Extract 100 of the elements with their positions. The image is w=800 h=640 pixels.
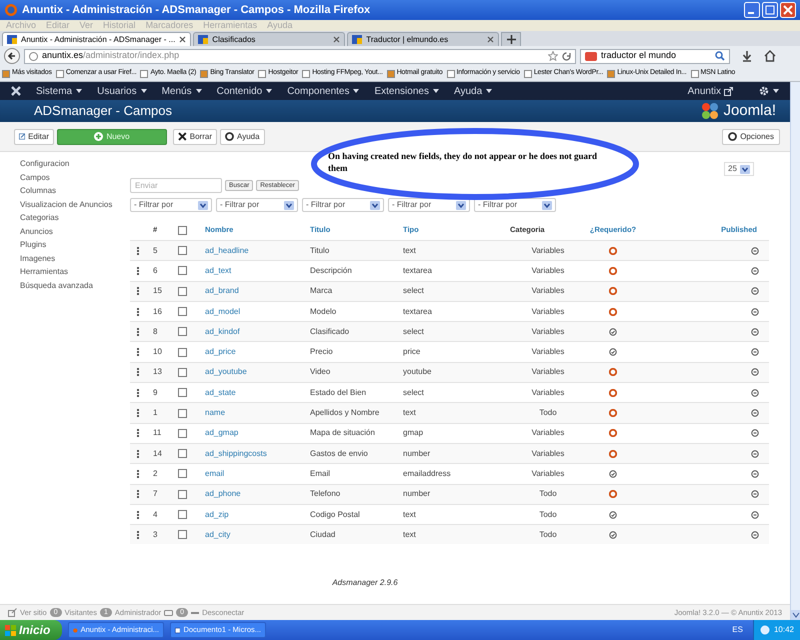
search-field[interactable]: traductor el mundo xyxy=(580,48,730,64)
row-checkbox[interactable] xyxy=(178,388,187,398)
drag-handle-icon[interactable] xyxy=(136,510,140,518)
unpublished-icon[interactable] xyxy=(751,530,759,539)
close-icon[interactable] xyxy=(487,36,494,43)
unpublished-icon[interactable] xyxy=(751,450,759,458)
unpublished-icon[interactable] xyxy=(751,348,759,356)
table-row[interactable]: 5 ad_headline Titulo text Variables xyxy=(130,240,769,260)
row-checkbox[interactable] xyxy=(178,266,187,276)
field-name-link[interactable]: ad_phone xyxy=(200,488,305,500)
field-name-link[interactable]: ad_gmap xyxy=(200,427,305,440)
filter-dropdown[interactable]: - Filtrar por xyxy=(216,198,298,212)
sidebar-item[interactable]: Plugins xyxy=(20,238,130,252)
table-row[interactable]: 13 ad_youtube Video youtube Variables xyxy=(130,362,769,382)
row-checkbox[interactable] xyxy=(178,469,187,478)
row-checkbox[interactable] xyxy=(178,530,187,540)
field-name-link[interactable]: ad_brand xyxy=(200,285,305,298)
close-icon[interactable] xyxy=(179,36,186,43)
sidebar-item[interactable]: Anuncios xyxy=(20,224,130,238)
reload-icon[interactable] xyxy=(562,52,571,60)
field-name-link[interactable]: ad_kindof xyxy=(200,326,305,338)
required-icon[interactable] xyxy=(609,368,617,376)
unpublished-icon[interactable] xyxy=(751,510,759,518)
drag-handle-icon[interactable] xyxy=(136,287,140,296)
scrollbar[interactable] xyxy=(790,82,800,620)
browser-tab[interactable]: Anuntix - Administración - ADSmanager - ... xyxy=(2,32,192,46)
optional-icon[interactable] xyxy=(609,328,617,336)
required-icon[interactable] xyxy=(609,388,617,397)
unpublished-icon[interactable] xyxy=(751,470,759,478)
user-link[interactable]: Anuntix xyxy=(688,84,733,98)
home-icon[interactable] xyxy=(764,50,776,62)
admin-menu-item[interactable]: Componentes xyxy=(287,84,360,98)
admin-menu-item[interactable]: Menús xyxy=(162,84,203,98)
required-icon[interactable] xyxy=(609,490,617,498)
scroll-down-icon[interactable] xyxy=(791,610,800,620)
table-row[interactable]: 3 ad_city Ciudad text Todo xyxy=(130,524,769,544)
sidebar-item[interactable]: Imagenes xyxy=(20,252,130,265)
admin-menu-item[interactable]: Ayuda xyxy=(454,84,494,98)
admin-menu-item[interactable]: Extensiones xyxy=(374,84,440,98)
field-name-link[interactable]: name xyxy=(200,407,305,420)
field-name-link[interactable]: ad_price xyxy=(200,346,305,358)
filter-dropdown[interactable]: - Filtrar por xyxy=(474,198,556,212)
sidebar-item[interactable]: Herramientas xyxy=(20,265,130,278)
unpublished-icon[interactable] xyxy=(751,368,759,376)
filter-dropdown[interactable]: - Filtrar por xyxy=(302,198,384,212)
row-checkbox[interactable] xyxy=(178,327,187,336)
unpublished-icon[interactable] xyxy=(751,409,759,418)
row-checkbox[interactable] xyxy=(178,490,187,499)
row-checkbox[interactable] xyxy=(178,428,187,438)
toolbar-button[interactable]: Editar xyxy=(14,128,54,144)
settings-menu[interactable] xyxy=(759,86,780,96)
drag-handle-icon[interactable] xyxy=(136,450,140,458)
language-indicator[interactable]: ES xyxy=(732,624,743,636)
table-row[interactable]: 9 ad_state Estado del Bien select Variables xyxy=(130,382,769,402)
row-checkbox[interactable] xyxy=(178,510,187,519)
options-button[interactable]: Opciones xyxy=(722,128,780,144)
optional-icon[interactable] xyxy=(609,530,617,539)
maximize-icon[interactable] xyxy=(762,2,778,18)
row-checkbox[interactable] xyxy=(178,286,187,296)
sidebar-item[interactable]: Columnas xyxy=(20,184,130,198)
select-all-checkbox[interactable] xyxy=(178,226,187,234)
drag-handle-icon[interactable] xyxy=(136,388,140,397)
unpublished-icon[interactable] xyxy=(751,490,759,498)
drag-handle-icon[interactable] xyxy=(136,368,140,376)
field-name-link[interactable]: ad_shippingcosts xyxy=(200,448,305,460)
required-icon[interactable] xyxy=(609,308,617,316)
table-row[interactable]: 1 name Apellidos y Nombre text Todo xyxy=(130,402,769,423)
admin-menu-item[interactable]: Contenido xyxy=(216,84,274,98)
close-icon[interactable] xyxy=(333,36,340,43)
tray-icon[interactable] xyxy=(760,625,770,635)
limit-dropdown[interactable]: 25 xyxy=(724,162,754,176)
row-checkbox[interactable] xyxy=(178,348,187,357)
row-checkbox[interactable] xyxy=(178,307,187,316)
drag-handle-icon[interactable] xyxy=(136,246,140,255)
field-name-link[interactable]: ad_city xyxy=(200,528,305,541)
star-icon[interactable] xyxy=(548,51,558,61)
unpublished-icon[interactable] xyxy=(751,308,759,316)
field-name-link[interactable]: ad_youtube xyxy=(200,366,305,378)
address-field[interactable]: anuntix.es/administrator/index.php xyxy=(24,48,576,64)
drag-handle-icon[interactable] xyxy=(136,348,140,356)
optional-icon[interactable] xyxy=(609,510,617,518)
drag-handle-icon[interactable] xyxy=(136,328,140,336)
browser-tab[interactable]: Clasificados xyxy=(193,32,346,46)
back-icon[interactable] xyxy=(4,48,20,64)
row-checkbox[interactable] xyxy=(178,408,187,418)
field-name-link[interactable]: ad_text xyxy=(200,264,305,277)
admin-menu-item[interactable]: Sistema xyxy=(36,84,84,98)
required-icon[interactable] xyxy=(609,287,617,296)
optional-icon[interactable] xyxy=(609,470,617,478)
minimize-icon[interactable] xyxy=(744,2,760,18)
search-icon[interactable] xyxy=(715,51,725,61)
required-icon[interactable] xyxy=(609,246,617,255)
field-name-link[interactable]: ad_headline xyxy=(200,244,305,257)
table-row[interactable]: 7 ad_phone Telefono number Todo xyxy=(130,484,769,504)
optional-icon[interactable] xyxy=(609,348,617,356)
field-name-link[interactable]: ad_model xyxy=(200,306,305,318)
field-name-link[interactable]: ad_state xyxy=(200,386,305,399)
unpublished-icon[interactable] xyxy=(751,266,759,275)
sidebar-item[interactable]: Búsqueda avanzada xyxy=(20,278,130,292)
unpublished-icon[interactable] xyxy=(751,328,759,336)
